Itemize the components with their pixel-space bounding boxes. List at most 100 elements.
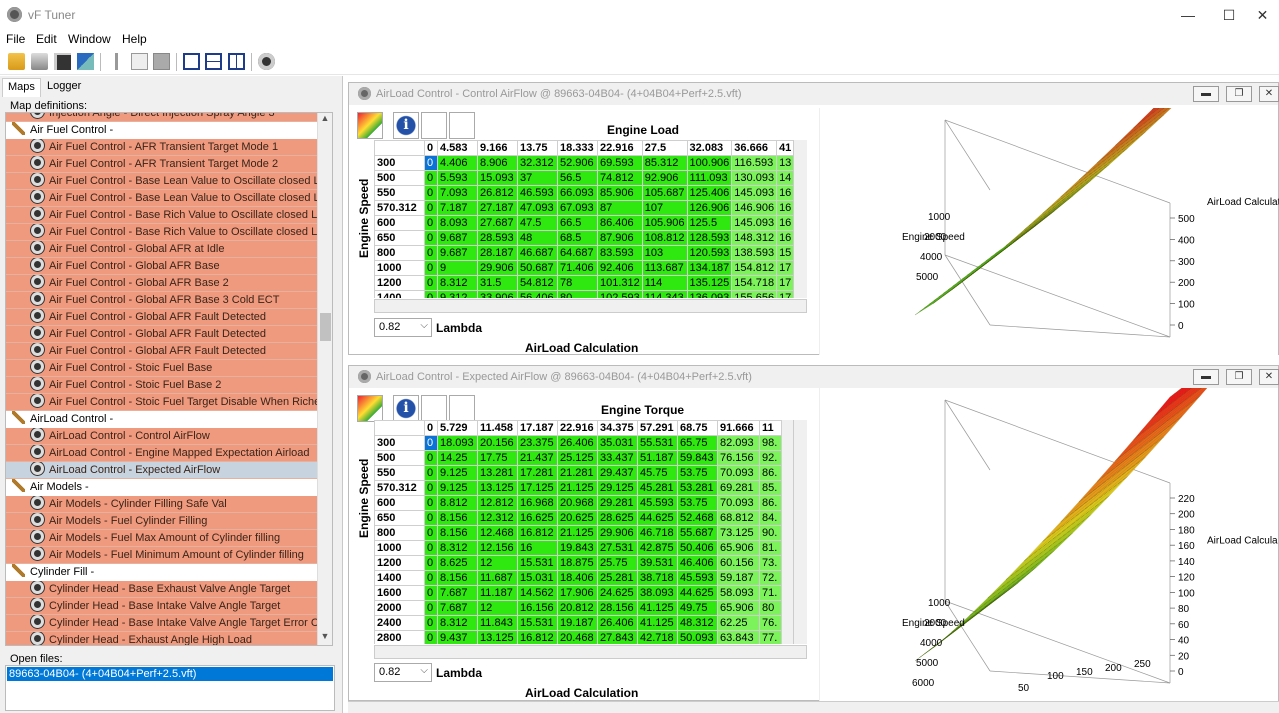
table-hscrollbar[interactable] bbox=[374, 645, 807, 659]
table-cell[interactable]: 25.125 bbox=[557, 450, 598, 466]
table-cell[interactable]: 8.093 bbox=[437, 215, 478, 231]
table-cell[interactable]: 0 bbox=[424, 600, 438, 616]
table-cell[interactable]: 0 bbox=[424, 480, 438, 496]
tree-item[interactable]: Cylinder Head - Exhaust Angle High Load bbox=[6, 632, 318, 645]
blank-page-icon-2[interactable] bbox=[449, 112, 475, 139]
table-cell[interactable]: 154.812 bbox=[731, 260, 778, 276]
mdi-hscrollbar[interactable] bbox=[348, 701, 1279, 713]
menu-help[interactable]: Help bbox=[122, 32, 147, 46]
row-header[interactable]: 650 bbox=[374, 510, 425, 526]
table-cell[interactable]: 128.593 bbox=[686, 230, 733, 246]
table-cell[interactable]: 4.406 bbox=[437, 155, 478, 171]
table-cell[interactable]: 12 bbox=[477, 600, 518, 616]
table-cell[interactable]: 12 bbox=[477, 555, 518, 571]
table-cell[interactable]: 16.968 bbox=[517, 495, 558, 511]
table-cell[interactable]: 39.531 bbox=[637, 555, 678, 571]
table-cell[interactable]: 15.031 bbox=[517, 570, 558, 586]
column-header[interactable]: 32.083 bbox=[686, 140, 733, 156]
table-cell[interactable]: 20.812 bbox=[557, 600, 598, 616]
column-header[interactable]: 18.333 bbox=[557, 140, 598, 156]
tree-item[interactable]: AirLoad Control - Expected AirFlow bbox=[6, 462, 318, 479]
table-cell[interactable]: 53.281 bbox=[677, 480, 718, 496]
table-cell[interactable]: 8.312 bbox=[437, 615, 478, 631]
window-close-button[interactable]: ✕ bbox=[1259, 369, 1279, 385]
row-header[interactable]: 1200 bbox=[374, 555, 425, 571]
table-cell[interactable]: 13.125 bbox=[477, 630, 518, 644]
color-palette-icon[interactable] bbox=[357, 112, 383, 139]
table-cell[interactable]: 46.593 bbox=[517, 185, 558, 201]
close-button[interactable]: ✕ bbox=[1246, 4, 1279, 26]
window-minimize-button[interactable]: ▬ bbox=[1193, 369, 1219, 385]
table-cell[interactable]: 86.406 bbox=[597, 215, 643, 231]
row-header[interactable]: 300 bbox=[374, 435, 425, 451]
copy-icon[interactable] bbox=[131, 53, 148, 70]
table-cell[interactable]: 58.093 bbox=[717, 585, 760, 601]
table-cell[interactable]: 29.125 bbox=[597, 480, 638, 496]
open-folder-icon[interactable] bbox=[8, 53, 25, 70]
tab-logger[interactable]: Logger bbox=[42, 78, 86, 97]
table-cell[interactable]: 11.843 bbox=[477, 615, 518, 631]
column-header[interactable]: 11.458 bbox=[477, 420, 518, 436]
table-cell[interactable]: 24.625 bbox=[597, 585, 638, 601]
row-header[interactable]: 2800 bbox=[374, 630, 425, 644]
table-cell[interactable]: 0 bbox=[424, 230, 438, 246]
table-cell[interactable]: 7.093 bbox=[437, 185, 478, 201]
table-cell[interactable]: 14.562 bbox=[517, 585, 558, 601]
table-cell[interactable]: 17.281 bbox=[517, 465, 558, 481]
table-cell[interactable]: 0 bbox=[424, 155, 438, 171]
table-cell[interactable]: 50.093 bbox=[677, 630, 718, 644]
table-cell[interactable]: 68.812 bbox=[717, 510, 760, 526]
row-header[interactable]: 570.312 bbox=[374, 200, 425, 216]
table-cell[interactable]: 0 bbox=[424, 630, 438, 644]
row-header[interactable]: 650 bbox=[374, 230, 425, 246]
table-cell[interactable]: 145.093 bbox=[731, 215, 778, 231]
table-cell[interactable]: 70.093 bbox=[717, 495, 760, 511]
table-cell[interactable]: 136.093 bbox=[686, 290, 733, 298]
table-cell[interactable]: 15.093 bbox=[477, 170, 518, 186]
table-vscrollbar[interactable] bbox=[793, 140, 807, 298]
table-cell[interactable]: 21.125 bbox=[557, 480, 598, 496]
table-cell[interactable]: 45.593 bbox=[677, 570, 718, 586]
table-cell[interactable]: 85.906 bbox=[597, 185, 643, 201]
table-cell[interactable]: 45.593 bbox=[637, 495, 678, 511]
table-cell[interactable]: 53.75 bbox=[677, 465, 718, 481]
table-cell[interactable]: 7.187 bbox=[437, 200, 478, 216]
table-cell[interactable]: 16.625 bbox=[517, 510, 558, 526]
table-cell[interactable]: 90. bbox=[759, 525, 782, 541]
table-cell[interactable]: 54.812 bbox=[517, 275, 558, 291]
table-cell[interactable]: 28.156 bbox=[597, 600, 638, 616]
scroll-down-icon[interactable]: ▼ bbox=[318, 631, 332, 645]
tile-vertical-icon[interactable] bbox=[228, 53, 245, 70]
table-cell[interactable]: 5.593 bbox=[437, 170, 478, 186]
table-cell[interactable]: 27.531 bbox=[597, 540, 638, 556]
table-cell[interactable]: 25.281 bbox=[597, 570, 638, 586]
table-cell[interactable]: 20.968 bbox=[557, 495, 598, 511]
table-cell[interactable]: 65.75 bbox=[677, 435, 718, 451]
table-cell[interactable]: 20.468 bbox=[557, 630, 598, 644]
table-cell[interactable]: 41.125 bbox=[637, 615, 678, 631]
table-cell[interactable]: 100.906 bbox=[686, 155, 733, 171]
table-cell[interactable]: 46.687 bbox=[517, 245, 558, 261]
table-cell[interactable]: 74.812 bbox=[597, 170, 643, 186]
table-cell[interactable]: 11.187 bbox=[477, 585, 518, 601]
tree-item[interactable]: Air Models - Fuel Minimum Amount of Cyli… bbox=[6, 547, 318, 564]
table-hscrollbar[interactable] bbox=[374, 299, 807, 313]
table-cell[interactable]: 0 bbox=[424, 465, 438, 481]
row-header[interactable]: 2400 bbox=[374, 615, 425, 631]
tree-item[interactable]: Air Models - Fuel Max Amount of Cylinder… bbox=[6, 530, 318, 547]
table-cell[interactable]: 48.312 bbox=[677, 615, 718, 631]
table-cell[interactable]: 9.125 bbox=[437, 465, 478, 481]
table-cell[interactable]: 9.125 bbox=[437, 480, 478, 496]
table-cell[interactable]: 66.5 bbox=[557, 215, 598, 231]
table-cell[interactable]: 48 bbox=[517, 230, 558, 246]
column-header[interactable]: 9.166 bbox=[477, 140, 518, 156]
table-cell[interactable]: 49.75 bbox=[677, 600, 718, 616]
table-cell[interactable]: 125.5 bbox=[686, 215, 733, 231]
table-vscrollbar[interactable] bbox=[793, 420, 807, 644]
tree-item[interactable]: Air Fuel Control - Base Rich Value to Os… bbox=[6, 224, 318, 241]
table-cell[interactable]: 7.687 bbox=[437, 600, 478, 616]
table-cell[interactable]: 9.687 bbox=[437, 230, 478, 246]
table-cell[interactable]: 154.718 bbox=[731, 275, 778, 291]
table-cell[interactable]: 108.812 bbox=[641, 230, 688, 246]
row-header[interactable]: 500 bbox=[374, 170, 425, 186]
